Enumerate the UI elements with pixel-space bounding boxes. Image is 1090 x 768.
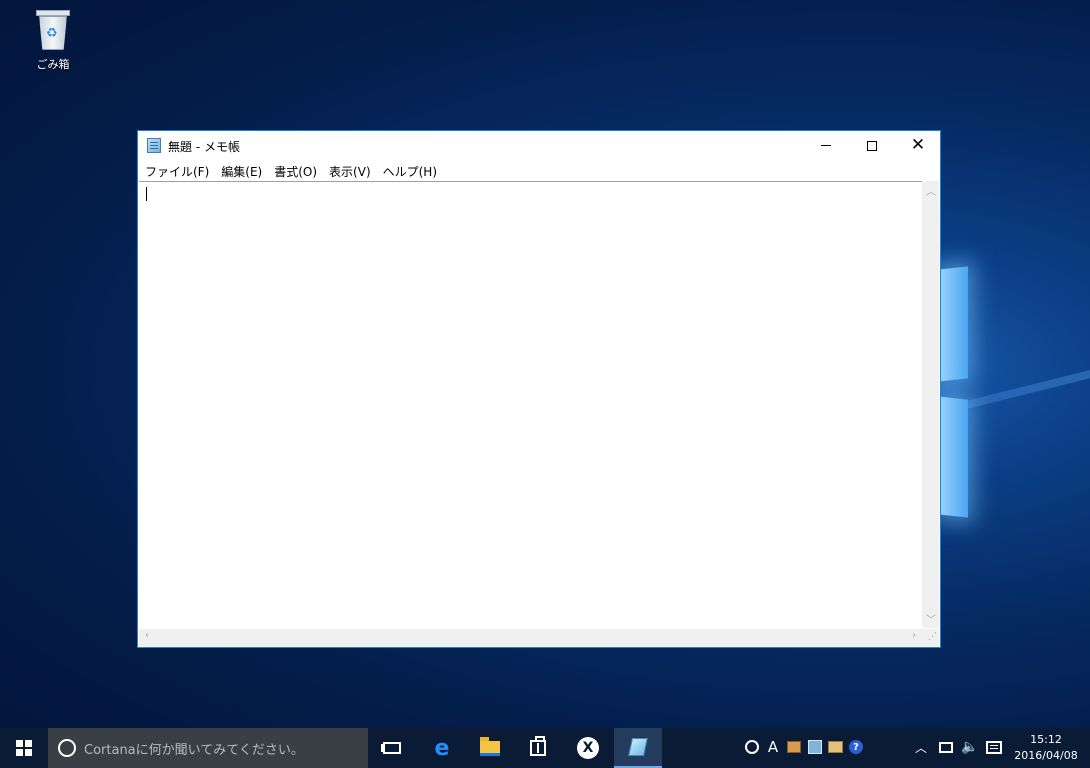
recycle-bin-icon: ♻: [34, 8, 72, 52]
recycle-symbol-icon: ♻: [46, 26, 58, 41]
store-icon: [530, 736, 546, 756]
volume-icon: 🔈: [961, 739, 979, 755]
task-view-button[interactable]: [368, 728, 416, 768]
show-hidden-icons-button[interactable]: ︿: [914, 738, 928, 756]
menu-file[interactable]: ファイル(F): [141, 163, 217, 180]
tray-app-5[interactable]: [826, 738, 844, 756]
package-icon: [827, 741, 843, 753]
notepad-window[interactable]: 無題 - メモ帳 ✕ ファイル(F) 編集(E) 書式(O) 表示(V) ヘルプ…: [137, 130, 941, 648]
tray-help[interactable]: ?: [848, 738, 864, 756]
clock[interactable]: 15:12 2016/04/08: [1010, 732, 1082, 764]
maximize-button[interactable]: [849, 131, 895, 160]
task-view-icon: [383, 742, 401, 754]
menu-edit[interactable]: 編集(E): [217, 163, 270, 180]
toolbox-icon: [787, 741, 801, 753]
notepad-taskbar-button[interactable]: [614, 728, 662, 768]
ime-tool-icon: [808, 740, 822, 754]
moon-icon: [745, 740, 759, 754]
edge-icon: e: [434, 735, 450, 761]
search-placeholder: Cortanaに何か聞いてみてください。: [84, 742, 304, 758]
desktop-icon-recycle-bin[interactable]: ♻ ごみ箱: [22, 8, 84, 72]
start-button[interactable]: [0, 728, 48, 768]
desktop-icon-label: ごみ箱: [36, 58, 70, 71]
wallpaper-logo-pane-bottom: [938, 396, 968, 518]
wallpaper-logo-pane-top: [938, 266, 968, 382]
tray-app-4[interactable]: [806, 738, 824, 756]
menu-bar: ファイル(F) 編集(E) 書式(O) 表示(V) ヘルプ(H): [138, 161, 940, 181]
help-icon: ?: [849, 740, 863, 754]
menu-help[interactable]: ヘルプ(H): [379, 163, 445, 180]
notification-icon: [986, 740, 1002, 754]
maximize-icon: [867, 140, 877, 151]
edge-button[interactable]: e: [418, 728, 466, 768]
store-button[interactable]: [514, 728, 562, 768]
xbox-button[interactable]: X: [564, 728, 612, 768]
taskbar: Cortanaに何か聞いてみてください。 e X A ? ︿ 🔈 15:12 2…: [0, 728, 1090, 768]
file-explorer-icon: [480, 736, 500, 756]
start-icon: [16, 740, 32, 756]
ime-mode-indicator[interactable]: A: [766, 738, 780, 756]
xbox-icon: X: [577, 737, 599, 759]
clock-date: 2016/04/08: [1014, 749, 1078, 762]
chevron-up-icon: ︿: [914, 740, 927, 755]
notepad-icon: [147, 138, 161, 153]
minimize-button[interactable]: [803, 131, 849, 160]
action-center-button[interactable]: [985, 738, 1003, 756]
tray-app-3[interactable]: [786, 738, 802, 756]
window-title: 無題 - メモ帳: [168, 140, 240, 154]
menu-view[interactable]: 表示(V): [325, 163, 379, 180]
title-bar[interactable]: 無題 - メモ帳 ✕: [138, 131, 940, 161]
minimize-icon: [821, 145, 831, 146]
network-icon: [939, 741, 953, 753]
volume-button[interactable]: 🔈: [960, 738, 980, 756]
text-editor-area[interactable]: [139, 181, 939, 646]
clock-time: 15:12: [1030, 733, 1062, 746]
file-explorer-button[interactable]: [466, 728, 514, 768]
recycle-bin-lid: [36, 10, 70, 16]
cortana-search-box[interactable]: Cortanaに何か聞いてみてください。: [48, 728, 368, 768]
menu-format[interactable]: 書式(O): [270, 163, 325, 180]
notepad-icon: [628, 738, 648, 756]
close-icon: ✕: [910, 135, 926, 155]
tray-app-1[interactable]: [744, 738, 760, 756]
network-button[interactable]: [936, 738, 956, 756]
cortana-icon: [58, 739, 76, 757]
close-button[interactable]: ✕: [895, 131, 941, 160]
